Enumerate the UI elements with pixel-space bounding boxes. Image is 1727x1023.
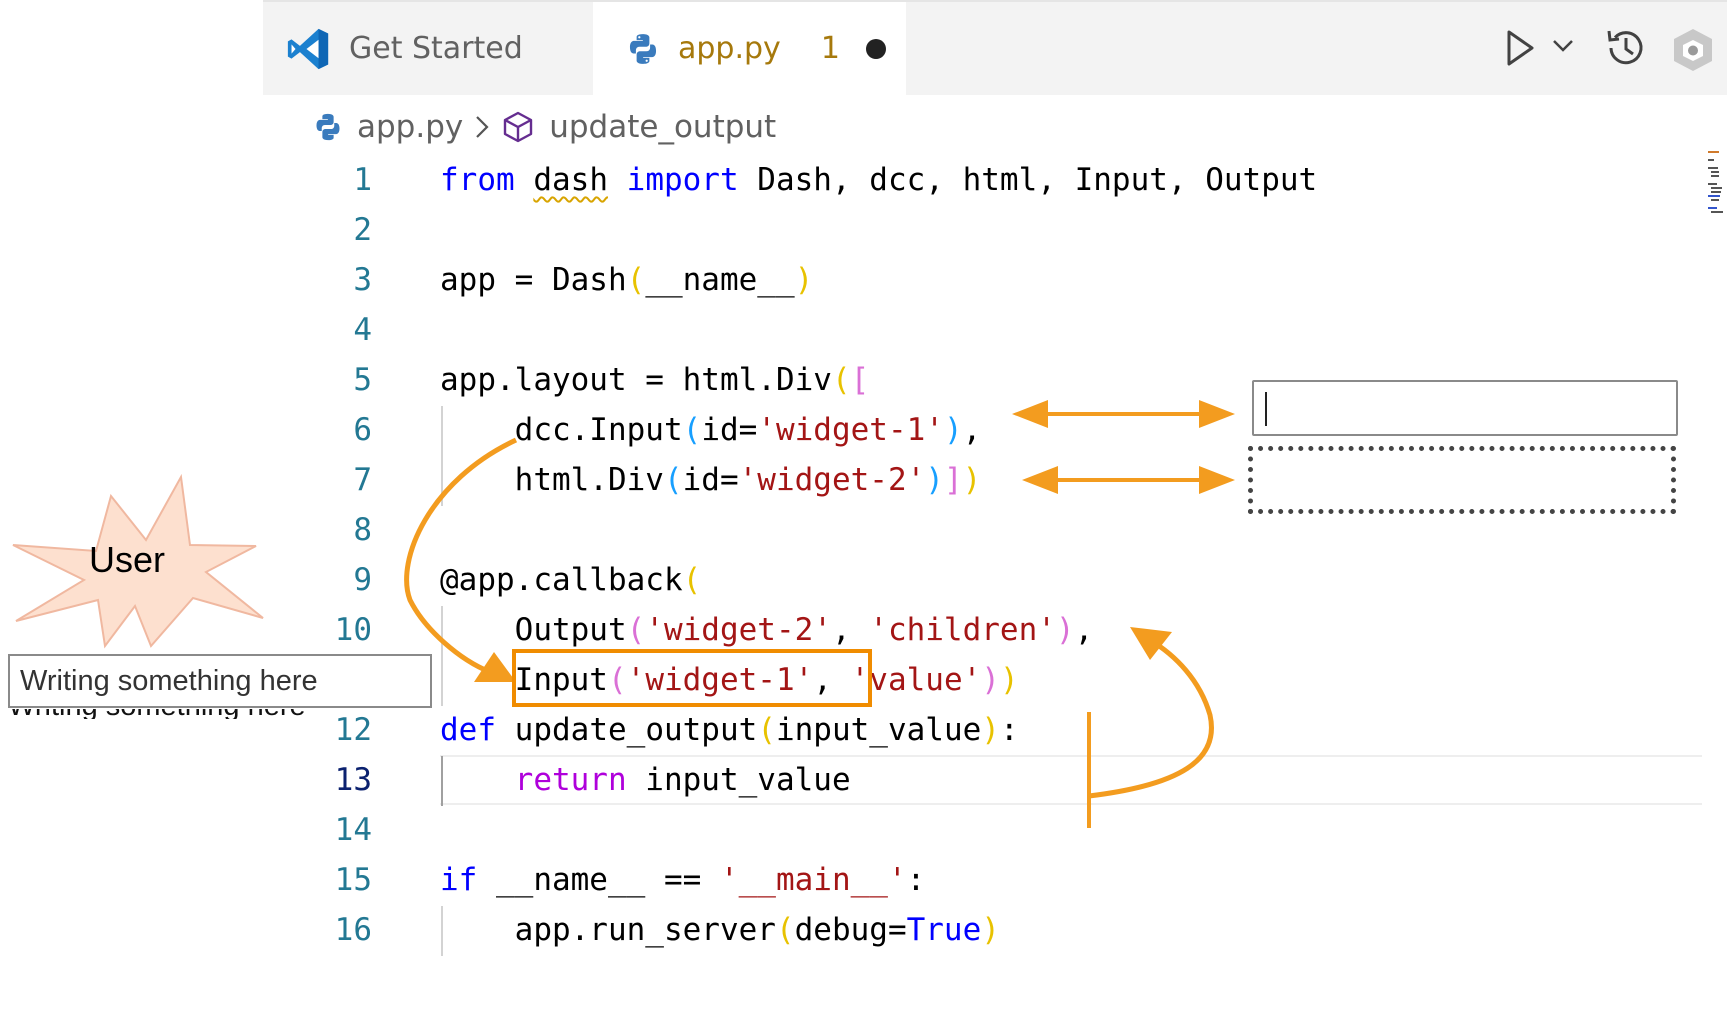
code-line[interactable]: def update_output(input_value): [440, 705, 1019, 755]
code-line[interactable]: app = Dash(__name__) [440, 255, 813, 305]
line-number: 14 [334, 812, 372, 848]
chevron-right-icon [473, 114, 491, 140]
line-number: 15 [334, 862, 372, 898]
symbol-method-icon [501, 110, 535, 144]
code-line[interactable]: from dash import Dash, dcc, html, Input,… [440, 155, 1317, 205]
chevron-down-icon[interactable] [1551, 38, 1575, 58]
line-number: 3 [353, 262, 372, 298]
widget-1-input-mockup[interactable] [1252, 380, 1678, 436]
code-line[interactable]: return input_value [440, 755, 851, 805]
user-starburst: User [12, 473, 264, 649]
tab-get-started[interactable]: Get Started [263, 2, 593, 95]
user-text-input[interactable]: Writing something here [8, 654, 432, 708]
breadcrumb-symbol[interactable]: update_output [549, 109, 776, 145]
line-number: 13 [334, 762, 372, 798]
code-line[interactable]: Input('widget-1', 'value')) [440, 655, 1019, 705]
line-number: 16 [334, 912, 372, 948]
code-line[interactable]: app.run_server(debug=True) [440, 905, 1000, 955]
text-caret [1265, 392, 1267, 426]
minimap[interactable] [1708, 150, 1724, 222]
line-number: 6 [353, 412, 372, 448]
widget-2-output-mockup [1248, 446, 1676, 514]
breadcrumb: app.py update_output [313, 103, 776, 151]
line-number: 2 [353, 212, 372, 248]
tab-label: app.py [678, 31, 781, 66]
run-icon[interactable] [1503, 28, 1537, 72]
code-line[interactable]: html.Div(id='widget-2')]) [440, 455, 982, 505]
code-line[interactable]: dcc.Input(id='widget-1'), [440, 405, 982, 455]
user-output-echo: Writing something here [8, 709, 326, 719]
code-line[interactable]: @app.callback( [440, 555, 701, 605]
code-line[interactable]: if __name__ == '__main__': [440, 855, 925, 905]
python-icon [313, 112, 343, 142]
unsaved-dot-icon[interactable] [865, 38, 886, 59]
extension-icon[interactable] [1669, 26, 1717, 78]
line-number: 1 [353, 162, 372, 198]
history-icon[interactable] [1603, 26, 1647, 74]
tab-app-py[interactable]: app.py 1 [593, 2, 906, 95]
code-line[interactable]: app.layout = html.Div([ [440, 355, 869, 405]
python-icon [626, 32, 660, 66]
code-line[interactable]: Output('widget-2', 'children'), [440, 605, 1094, 655]
breadcrumb-file[interactable]: app.py [357, 109, 463, 145]
double-arrow-icon [1012, 400, 1235, 428]
problems-count-badge: 1 [820, 31, 840, 66]
line-number: 5 [353, 362, 372, 398]
line-number: 4 [353, 312, 372, 348]
tab-label: Get Started [349, 31, 523, 66]
vscode-logo-icon [285, 26, 331, 72]
double-arrow-icon [1022, 466, 1235, 494]
user-label: User [89, 539, 165, 580]
user-echo-text: Writing something here [8, 709, 306, 719]
user-input-value: Writing something here [20, 664, 318, 697]
